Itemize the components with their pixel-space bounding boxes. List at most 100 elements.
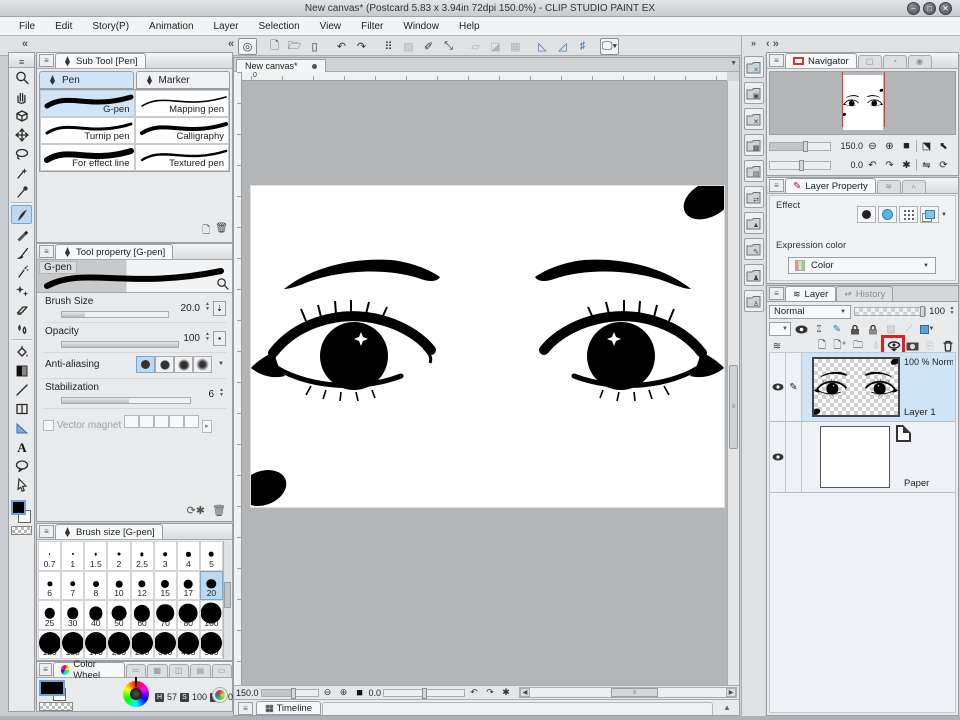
brush-size-200[interactable]: 200 (107, 630, 130, 660)
brush-size-170[interactable]: 170 (84, 630, 107, 660)
material-color-pattern-folder-icon[interactable]: ✕ (744, 56, 764, 78)
reference-layer-icon[interactable]: ⑄ (811, 322, 827, 336)
move-tool[interactable] (11, 125, 32, 144)
anti-aliasing-none-button[interactable] (136, 356, 155, 373)
merge-with-lower-layer-icon[interactable] (886, 339, 902, 353)
subtool-tab-pen[interactable]: Pen (39, 71, 134, 89)
paper-thumbnail[interactable] (820, 426, 890, 488)
layer-row-layer1[interactable]: ✎ 100 % Norm Layer 1 (770, 353, 955, 422)
eyedropper-tool[interactable] (11, 182, 32, 201)
clear-selection-icon[interactable]: ✐ (419, 38, 438, 55)
mask-visibility-icon[interactable] (793, 322, 809, 336)
subtool-item-textured-pen[interactable]: Textured pen (135, 144, 230, 171)
brush-size-5[interactable]: 5 (200, 541, 223, 571)
auto-select-tool[interactable] (11, 163, 32, 182)
canvas-horizontal-scrollbar[interactable]: ◀ ≡ ▶ (519, 687, 737, 698)
status-rotation-slider[interactable] (383, 689, 465, 697)
new-vector-layer-icon[interactable]: 🗋⁺ (832, 339, 848, 353)
vector-magnet-option-4[interactable] (169, 415, 184, 428)
layer1-name[interactable]: Layer 1 (904, 407, 936, 418)
brush-size-400[interactable]: 400 (177, 630, 200, 660)
layer-search-icon[interactable]: ≋ (769, 339, 785, 353)
delete-layer-icon[interactable] (940, 339, 956, 353)
tab-approx-color-icon[interactable]: ▤ (190, 664, 210, 677)
draft-layer-icon[interactable]: ✎ (829, 322, 845, 336)
color-mode-toggle-icon[interactable] (213, 688, 227, 702)
timeline-menu-icon[interactable]: ≡ (238, 702, 253, 715)
anti-aliasing-weak-button[interactable] (155, 356, 174, 373)
collapse-left-panels-icon[interactable]: « (22, 38, 28, 50)
subtool-item-mapping-pen[interactable]: Mapping pen (135, 90, 230, 117)
material-landscape-folder-icon[interactable]: ▲ (744, 212, 764, 234)
cw-transparent-swatch[interactable] (39, 702, 73, 711)
brush-size-10[interactable]: 10 (107, 571, 130, 601)
layer1-thumbnail[interactable] (812, 357, 900, 417)
material-monochrome-folder-icon[interactable]: ✕ (744, 108, 764, 130)
navigator-flip-vertical-icon[interactable]: ⟳ (936, 159, 951, 172)
fill-tool[interactable] (11, 342, 32, 361)
menu-file[interactable]: File (10, 19, 44, 34)
tab-subview-icon[interactable]: ▢ (858, 55, 882, 68)
brush-size-1.5[interactable]: 1.5 (84, 541, 107, 571)
collapse-right-panels-icon[interactable]: ‹ » (766, 38, 779, 50)
opacity-spinner[interactable]: ▲▼ (203, 332, 212, 346)
anti-aliasing-dropdown-icon[interactable]: ▼ (218, 361, 224, 367)
gradient-tool[interactable] (11, 361, 32, 380)
undo-icon[interactable]: ↶ (332, 38, 351, 55)
magnifier-icon[interactable] (216, 277, 229, 290)
balloon-tool[interactable] (11, 456, 32, 475)
brush-size-pressure-button[interactable]: ⇣ (213, 301, 226, 316)
brush-size-0.7[interactable]: 0.7 (38, 541, 61, 571)
brush-size-4[interactable]: 4 (177, 541, 200, 571)
menu-animation[interactable]: Animation (140, 19, 202, 34)
opacity-option-button[interactable]: ▪ (213, 331, 226, 346)
brush-size-40[interactable]: 40 (84, 600, 107, 630)
menu-edit[interactable]: Edit (46, 19, 81, 34)
save-file-icon[interactable]: ▯ (305, 38, 324, 55)
timeline-expand-icon[interactable]: ▲ (719, 703, 735, 713)
snap-grid-icon[interactable]: ♯ (573, 38, 592, 55)
sub-tool-menu-icon[interactable]: ≡ (39, 54, 54, 67)
vector-magnet-option-2[interactable] (139, 415, 154, 428)
navigator-actual-size-icon[interactable]: ⬉ (936, 140, 951, 153)
navigator-zoom-out-icon[interactable]: ⊖ (865, 140, 880, 153)
brush-size-12[interactable]: 12 (131, 571, 154, 601)
brush-size-scrollbar[interactable] (223, 541, 231, 659)
tab-color-history-icon[interactable]: ▭ (212, 664, 232, 677)
transparent-color-swatch[interactable] (11, 526, 32, 535)
canvas-page[interactable] (251, 186, 724, 507)
stabilization-spinner[interactable]: ▲▼ (217, 388, 226, 402)
blend-mode-select[interactable]: Normal▼ (769, 305, 851, 319)
cw-main-color-swatch[interactable] (39, 680, 65, 696)
tab-animation-icon[interactable]: ≋ (877, 180, 901, 193)
color-wheel-menu-icon[interactable]: ≡ (39, 663, 52, 676)
status-rotate-cw-icon[interactable]: ↷ (483, 687, 497, 699)
canvas-viewport[interactable] (242, 81, 727, 685)
brush-size-1[interactable]: 1 (61, 541, 84, 571)
new-file-icon[interactable]: 🗋 (265, 38, 284, 55)
brush-size-25[interactable]: 25 (38, 600, 61, 630)
menu-filter[interactable]: Filter (352, 19, 392, 34)
brush-size-menu-icon[interactable]: ≡ (39, 525, 54, 538)
redo-icon[interactable]: ↷ (352, 38, 371, 55)
navigator-zoom-slider[interactable] (769, 142, 831, 151)
brush-size-3[interactable]: 3 (154, 541, 177, 571)
blend-tool[interactable] (11, 319, 32, 338)
effect-tone-icon[interactable] (878, 206, 897, 223)
subtool-item-g-pen[interactable]: G-pen (40, 90, 135, 117)
snap-special-ruler-icon[interactable]: ◿ (553, 38, 572, 55)
menu-storyp[interactable]: Story(P) (83, 19, 138, 34)
eraser-tool[interactable] (11, 300, 32, 319)
brush-size-8[interactable]: 8 (84, 571, 107, 601)
hand-tool[interactable] (11, 87, 32, 106)
layer-row-paper[interactable]: Paper (770, 422, 955, 493)
tab-intermediate-color-icon[interactable]: ◫ (169, 664, 189, 677)
brush-size-60[interactable]: 60 (131, 600, 154, 630)
material-template-folder-icon[interactable]: ▤ (744, 160, 764, 182)
brush-size-7[interactable]: 7 (61, 571, 84, 601)
menu-layer[interactable]: Layer (205, 19, 248, 34)
brush-size-500[interactable]: 500 (200, 630, 223, 660)
ruler-tool[interactable] (11, 418, 32, 437)
layer-panel-menu-icon[interactable]: ≡ (769, 287, 784, 300)
material-characters-folder-icon[interactable]: ♟ (744, 264, 764, 286)
